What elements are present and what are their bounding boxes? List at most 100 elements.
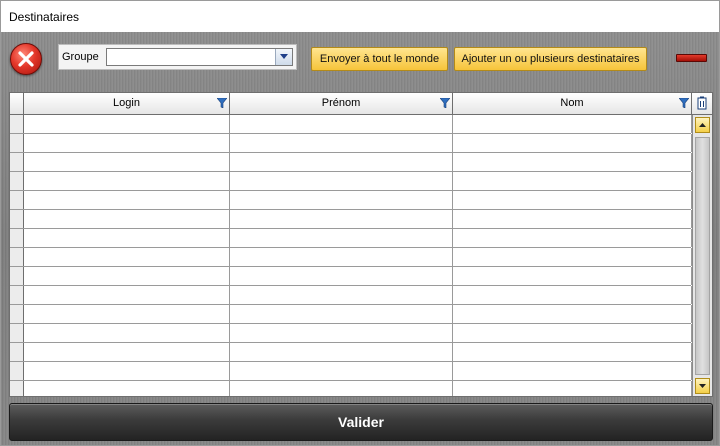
table-row[interactable] [10,153,692,172]
column-header-nom[interactable]: Nom [453,93,692,115]
table-cell[interactable] [230,248,453,266]
table-row[interactable] [10,134,692,153]
vertical-scrollbar[interactable] [692,115,712,396]
scroll-up-button[interactable] [695,117,710,133]
table-cell[interactable] [230,229,453,247]
table-row[interactable] [10,362,692,381]
table-row[interactable] [10,210,692,229]
table-cell[interactable] [230,324,453,342]
table-cell[interactable] [24,324,230,342]
table-cell[interactable] [24,343,230,361]
table-cell[interactable] [230,381,453,396]
table-row[interactable] [10,191,692,210]
table-cell[interactable] [24,229,230,247]
table-row[interactable] [10,343,692,362]
table-cell[interactable] [24,210,230,228]
row-selector[interactable] [10,305,24,323]
table-cell[interactable] [230,286,453,304]
table-row[interactable] [10,324,692,343]
table-cell[interactable] [453,210,692,228]
table-cell[interactable] [230,191,453,209]
column-header-label: Nom [560,97,584,109]
table-cell[interactable] [453,115,692,133]
table-cell[interactable] [453,324,692,342]
table-cell[interactable] [24,362,230,380]
table-cell[interactable] [230,115,453,133]
table-cell[interactable] [24,153,230,171]
row-selector[interactable] [10,286,24,304]
column-chooser-button[interactable] [692,93,712,115]
scroll-thumb[interactable] [695,137,710,375]
row-selector[interactable] [10,191,24,209]
table-cell[interactable] [453,134,692,152]
table-cell[interactable] [453,267,692,285]
table-row[interactable] [10,267,692,286]
filter-icon[interactable] [440,98,450,108]
table-cell[interactable] [24,286,230,304]
table-cell[interactable] [230,343,453,361]
table-cell[interactable] [453,305,692,323]
table-cell[interactable] [230,210,453,228]
table-cell[interactable] [453,286,692,304]
table-cell[interactable] [453,362,692,380]
table-cell[interactable] [24,305,230,323]
group-dropdown-button[interactable] [275,49,292,65]
table-cell[interactable] [24,381,230,396]
table-cell[interactable] [24,248,230,266]
row-selector[interactable] [10,324,24,342]
table-row[interactable] [10,229,692,248]
table-row[interactable] [10,172,692,191]
column-chooser-icon [697,96,707,110]
table-cell[interactable] [24,115,230,133]
table-cell[interactable] [453,153,692,171]
row-selector[interactable] [10,362,24,380]
close-button[interactable] [10,43,42,75]
scroll-down-button[interactable] [695,378,710,394]
table-cell[interactable] [230,267,453,285]
table-row[interactable] [10,115,692,134]
table-cell[interactable] [453,248,692,266]
table-cell[interactable] [230,305,453,323]
title-bar: Destinataires [1,1,719,32]
recipients-window: Destinataires Groupe Envoyer à tout le m… [0,0,720,446]
table-cell[interactable] [453,381,692,396]
validate-button[interactable]: Valider [9,403,713,441]
row-selector[interactable] [10,343,24,361]
table-cell[interactable] [453,172,692,190]
scroll-up-icon [699,123,706,127]
row-selector[interactable] [10,115,24,133]
filter-icon[interactable] [217,98,227,108]
group-label: Groupe [62,51,99,63]
table-cell[interactable] [24,267,230,285]
column-header-login[interactable]: Login [24,93,230,115]
row-selector[interactable] [10,248,24,266]
send-to-all-button[interactable]: Envoyer à tout le monde [311,47,448,71]
row-selector[interactable] [10,172,24,190]
table-cell[interactable] [230,153,453,171]
table-cell[interactable] [453,229,692,247]
row-selector-header[interactable] [10,93,24,115]
table-cell[interactable] [24,191,230,209]
row-selector[interactable] [10,153,24,171]
row-selector[interactable] [10,229,24,247]
column-header-prenom[interactable]: Prénom [230,93,453,115]
table-row[interactable] [10,381,692,396]
table-row[interactable] [10,286,692,305]
row-selector[interactable] [10,134,24,152]
window-title: Destinataires [9,10,80,24]
table-cell[interactable] [230,134,453,152]
row-selector[interactable] [10,210,24,228]
filter-icon[interactable] [679,98,689,108]
table-cell[interactable] [453,191,692,209]
add-recipients-button[interactable]: Ajouter un ou plusieurs destinataires [454,47,647,71]
group-select[interactable] [106,48,293,66]
table-row[interactable] [10,248,692,267]
table-cell[interactable] [453,343,692,361]
table-cell[interactable] [230,362,453,380]
table-cell[interactable] [230,172,453,190]
row-selector[interactable] [10,381,24,396]
table-cell[interactable] [24,172,230,190]
table-cell[interactable] [24,134,230,152]
row-selector[interactable] [10,267,24,285]
table-row[interactable] [10,305,692,324]
